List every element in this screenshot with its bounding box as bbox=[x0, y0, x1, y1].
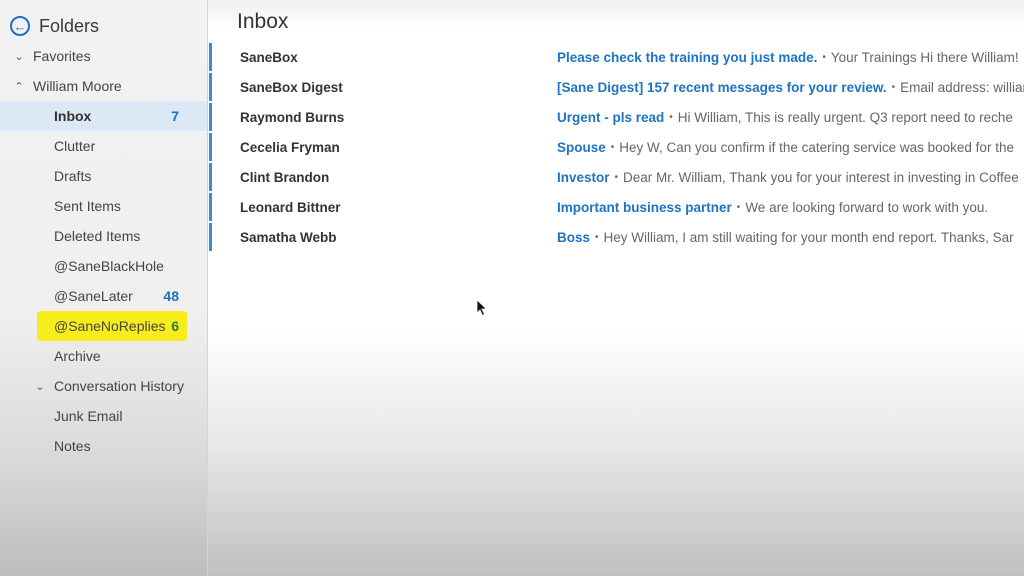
message-pane: Inbox SaneBox Please check the training … bbox=[208, 0, 1024, 576]
message-summary: Investor • Dear Mr. William, Thank you for… bbox=[557, 170, 1019, 185]
unread-count: 6 bbox=[171, 318, 179, 334]
message-sender: Clint Brandon bbox=[240, 169, 330, 185]
group-account[interactable]: ⌃ William Moore bbox=[0, 71, 207, 101]
unread-count: 48 bbox=[163, 288, 179, 304]
separator-dot: • bbox=[891, 82, 896, 94]
unread-indicator bbox=[209, 193, 212, 221]
message-sender: Cecelia Fryman bbox=[240, 139, 340, 155]
message-preview: Your Trainings Hi there William! bbox=[830, 49, 1019, 65]
folder-label: Conversation History bbox=[54, 378, 184, 394]
folder-label: @SaneBlackHole bbox=[54, 258, 164, 274]
message-sender: Leonard Bittner bbox=[240, 199, 341, 215]
message-preview: Hey William, I am still waiting for your… bbox=[603, 229, 1014, 245]
mail-app: ← Folders ⌄ Favorites ⌃ William Moore In… bbox=[0, 0, 1024, 576]
message-row[interactable]: Samatha Webb Boss • Hey William, I am stil… bbox=[208, 222, 1024, 252]
group-favorites[interactable]: ⌄ Favorites bbox=[0, 41, 207, 71]
back-arrow-icon[interactable]: ← bbox=[10, 16, 30, 36]
folder-label: Sent Items bbox=[54, 198, 121, 214]
message-preview: Hey W, Can you confirm if the catering s… bbox=[619, 139, 1014, 155]
message-sender: SaneBox bbox=[240, 49, 298, 65]
folder-junk-email[interactable]: Junk Email bbox=[0, 401, 207, 431]
folder-conversation-history[interactable]: ⌄ Conversation History bbox=[0, 371, 207, 401]
folder-sanenoreplies[interactable]: @SaneNoReplies 6 bbox=[0, 311, 207, 341]
message-row[interactable]: SaneBox Digest [Sane Digest] 157 recent … bbox=[208, 72, 1024, 102]
message-row[interactable]: Clint Brandon Investor • Dear Mr. William,… bbox=[208, 162, 1024, 192]
page-title: Inbox bbox=[237, 10, 289, 33]
folder-pane: ← Folders ⌄ Favorites ⌃ William Moore In… bbox=[0, 0, 208, 576]
message-sender: Samatha Webb bbox=[240, 229, 337, 245]
chevron-down-icon[interactable]: ⌄ bbox=[13, 50, 25, 63]
message-summary: Urgent - pls read • Hi William, This is re… bbox=[557, 110, 1013, 125]
separator-dot: • bbox=[822, 52, 826, 64]
message-summary: [Sane Digest] 157 recent messages for yo… bbox=[557, 80, 1024, 95]
folder-label: Notes bbox=[54, 438, 91, 454]
message-subject: Boss bbox=[557, 229, 591, 245]
separator-dot: • bbox=[610, 142, 615, 154]
message-sender: SaneBox Digest bbox=[240, 79, 343, 95]
message-summary: Please check the training you just made.… bbox=[557, 50, 1019, 65]
folder-sanelater[interactable]: @SaneLater 48 bbox=[0, 281, 207, 311]
unread-indicator bbox=[209, 43, 212, 71]
group-label: William Moore bbox=[33, 78, 122, 94]
message-subject: Please check the training you just made. bbox=[557, 49, 818, 65]
chevron-up-icon[interactable]: ⌃ bbox=[13, 80, 25, 93]
folder-inbox[interactable]: Inbox 7 bbox=[0, 101, 207, 131]
folder-label: Deleted Items bbox=[54, 228, 141, 244]
unread-indicator bbox=[209, 223, 212, 251]
unread-indicator bbox=[209, 103, 212, 131]
folder-label: @SaneLater bbox=[54, 288, 133, 304]
separator-dot: • bbox=[614, 172, 619, 184]
folders-header: ← Folders bbox=[10, 14, 99, 38]
chevron-down-icon[interactable]: ⌄ bbox=[34, 380, 46, 393]
folder-label: Archive bbox=[54, 348, 101, 364]
group-label: Favorites bbox=[33, 48, 91, 64]
separator-dot: • bbox=[669, 112, 673, 124]
message-subject: Investor bbox=[557, 169, 610, 185]
folder-clutter[interactable]: Clutter bbox=[0, 131, 207, 161]
folder-deleted-items[interactable]: Deleted Items bbox=[0, 221, 207, 251]
message-row[interactable]: SaneBox Please check the training you ju… bbox=[208, 42, 1024, 72]
folder-label: @SaneNoReplies bbox=[54, 318, 166, 334]
unread-indicator bbox=[209, 133, 212, 161]
folder-notes[interactable]: Notes bbox=[0, 431, 207, 461]
separator-dot: • bbox=[595, 232, 599, 244]
folder-label: Clutter bbox=[54, 138, 96, 154]
message-preview: Email address: william bbox=[900, 79, 1024, 95]
message-row[interactable]: Raymond Burns Urgent - pls read • Hi Willi… bbox=[208, 102, 1024, 132]
folder-label: Drafts bbox=[54, 168, 92, 184]
message-subject: [Sane Digest] 157 recent messages for yo… bbox=[557, 79, 887, 95]
folder-drafts[interactable]: Drafts bbox=[0, 161, 207, 191]
folder-sent-items[interactable]: Sent Items bbox=[0, 191, 207, 221]
message-sender: Raymond Burns bbox=[240, 109, 345, 125]
message-summary: Spouse • Hey W, Can you confirm if the cat… bbox=[557, 140, 1014, 155]
separator-dot: • bbox=[736, 202, 741, 214]
unread-indicator bbox=[209, 163, 212, 191]
message-preview: We are looking forward to work with you. bbox=[745, 199, 989, 215]
folder-label: Inbox bbox=[54, 108, 92, 124]
message-subject: Important business partner bbox=[557, 199, 732, 215]
message-summary: Important business partner • We are lookin… bbox=[557, 200, 988, 215]
message-row[interactable]: Leonard Bittner Important business partn… bbox=[208, 192, 1024, 222]
unread-indicator bbox=[209, 73, 212, 101]
message-subject: Spouse bbox=[557, 139, 606, 155]
folder-label: Junk Email bbox=[54, 408, 123, 424]
unread-count: 7 bbox=[171, 108, 179, 124]
message-list: SaneBox Please check the training you ju… bbox=[208, 42, 1024, 252]
folder-archive[interactable]: Archive bbox=[0, 341, 207, 371]
message-summary: Boss • Hey William, I am still waiting for… bbox=[557, 230, 1014, 245]
message-subject: Urgent - pls read bbox=[557, 109, 665, 125]
folder-saneblackhole[interactable]: @SaneBlackHole bbox=[0, 251, 207, 281]
folders-title: Folders bbox=[39, 15, 100, 36]
message-preview: Hi William, This is really urgent. Q3 re… bbox=[677, 109, 1013, 125]
message-preview: Dear Mr. William, Thank you for your int… bbox=[623, 169, 1019, 185]
message-row[interactable]: Cecelia Fryman Spouse • Hey W, Can you con… bbox=[208, 132, 1024, 162]
